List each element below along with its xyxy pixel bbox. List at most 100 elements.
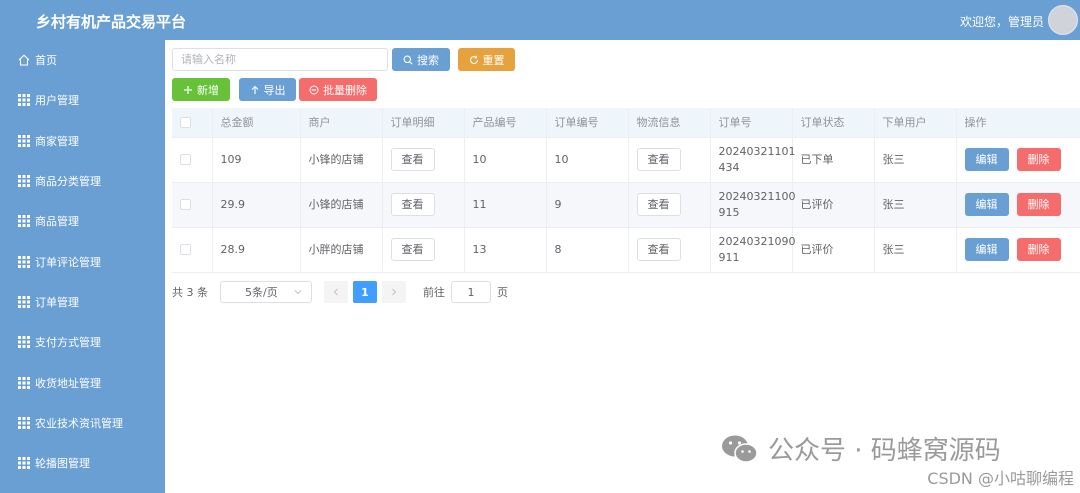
wechat-logo-icon	[722, 435, 758, 463]
view-logistics-button[interactable]: 查看	[636, 193, 681, 216]
grid-icon	[18, 215, 30, 227]
row-checkbox[interactable]	[180, 199, 191, 210]
search-button-label: 搜索	[417, 53, 439, 67]
next-page-button[interactable]	[382, 281, 406, 303]
merchant-cell: 小锋的店铺	[300, 182, 383, 228]
select-all-cell[interactable]	[172, 108, 213, 138]
sidebar-item-products[interactable]: 商品管理	[0, 201, 165, 241]
sidebar-item-label: 用户管理	[35, 94, 79, 108]
sidebar-item-agri-news[interactable]: 农业技术资讯管理	[0, 403, 165, 443]
delete-button[interactable]: 删除	[1016, 193, 1061, 216]
row-checkbox[interactable]	[180, 154, 191, 165]
product-no-cell: 13	[464, 227, 547, 273]
sidebar-item-users[interactable]: 用户管理	[0, 80, 165, 120]
column-header: 物流信息	[628, 108, 711, 138]
watermark: 公众号 · 码蜂窝源码	[720, 430, 1001, 467]
sidebar-item-carousel[interactable]: 轮播图管理	[0, 443, 165, 483]
select-all-checkbox[interactable]	[180, 117, 191, 129]
grid-icon	[18, 256, 30, 268]
table-row: 29.9 小锋的店铺 查看 11 9 查看 20240321100 915 已评价…	[172, 182, 1080, 228]
sidebar-item-addresses[interactable]: 收货地址管理	[0, 362, 165, 402]
sidebar-item-orders[interactable]: 订单管理	[0, 282, 165, 322]
view-logistics-button[interactable]: 查看	[636, 238, 681, 261]
plus-icon	[184, 85, 192, 94]
sidebar-item-home[interactable]: 首页	[0, 40, 165, 80]
user-cell: 张三	[874, 182, 957, 228]
status-cell: 已评价	[792, 227, 875, 273]
prev-page-button[interactable]	[324, 281, 348, 303]
column-header: 订单编号	[546, 108, 629, 138]
pagination: 共 3 条 5条/页 1 前往 页	[172, 281, 508, 303]
order-id-cell: 8	[546, 227, 629, 273]
row-checkbox[interactable]	[180, 244, 191, 255]
edit-button[interactable]: 编辑	[964, 148, 1009, 171]
logistics-cell: 查看	[628, 137, 711, 183]
page-size-select[interactable]: 5条/页	[220, 281, 312, 303]
sidebar-item-label: 商品管理	[35, 215, 79, 229]
view-order-detail-button[interactable]: 查看	[390, 238, 435, 261]
user-cell: 张三	[874, 227, 957, 273]
delete-button[interactable]: 删除	[1016, 238, 1061, 261]
view-order-detail-button[interactable]: 查看	[390, 148, 435, 171]
add-button[interactable]: 新增	[172, 78, 230, 101]
page-number-current[interactable]: 1	[353, 281, 377, 303]
sidebar-item-label: 订单评论管理	[35, 255, 101, 269]
product-no-cell: 10	[464, 137, 547, 183]
minus-circle-icon	[309, 85, 319, 94]
column-header: 订单号	[710, 108, 793, 138]
arrow-up-icon	[251, 85, 258, 94]
chevron-right-icon	[392, 288, 397, 296]
status-cell: 已评价	[792, 182, 875, 228]
row-select-cell[interactable]	[172, 227, 213, 273]
edit-button[interactable]: 编辑	[964, 193, 1009, 216]
column-header: 下单用户	[874, 108, 957, 138]
column-header: 操作	[956, 108, 1080, 138]
export-button[interactable]: 导出	[239, 78, 296, 101]
edit-button[interactable]: 编辑	[964, 238, 1009, 261]
chevron-left-icon	[333, 288, 338, 296]
view-logistics-button[interactable]: 查看	[636, 148, 681, 171]
sidebar-item-label: 农业技术资讯管理	[35, 416, 123, 430]
sidebar-item-order-comments[interactable]: 订单评论管理	[0, 241, 165, 281]
avatar[interactable]	[1048, 5, 1078, 35]
view-order-detail-button[interactable]: 查看	[390, 193, 435, 216]
logistics-cell: 查看	[628, 182, 711, 228]
top-header: 乡村有机产品交易平台 欢迎您，管理员	[0, 0, 1080, 40]
merchant-cell: 小胖的店铺	[300, 227, 383, 273]
welcome-text[interactable]: 欢迎您，管理员	[960, 13, 1044, 30]
search-button[interactable]: 搜索	[392, 48, 450, 71]
sidebar: 首页 用户管理 商家管理 商品分类管理 商品管理 订单评论管理 订单管理 支付方…	[0, 40, 165, 493]
order-detail-cell: 查看	[382, 182, 465, 228]
amount-cell: 29.9	[212, 182, 301, 228]
order-id-cell: 10	[546, 137, 629, 183]
sidebar-item-categories[interactable]: 商品分类管理	[0, 161, 165, 201]
column-header: 订单状态	[792, 108, 875, 138]
sidebar-item-label: 轮播图管理	[35, 457, 90, 471]
column-header: 订单明细	[382, 108, 465, 138]
sidebar-item-label: 商品分类管理	[35, 175, 101, 189]
export-button-label: 导出	[263, 83, 286, 97]
order-no-line-2: 911	[718, 250, 740, 264]
sidebar-item-label: 商家管理	[35, 134, 79, 148]
chevron-down-icon	[294, 290, 302, 295]
search-input[interactable]	[172, 48, 388, 71]
sidebar-item-merchants[interactable]: 商家管理	[0, 121, 165, 161]
delete-button[interactable]: 删除	[1016, 148, 1061, 171]
table-header-row: 总金额 商户 订单明细 产品编号 订单编号 物流信息 订单号 订单状态 下单用户…	[172, 108, 1080, 138]
reset-button-label: 重置	[482, 53, 505, 67]
amount-cell: 109	[212, 137, 301, 183]
goto-page-input[interactable]	[451, 281, 491, 303]
page-suffix: 页	[497, 286, 508, 299]
actions-cell: 编辑 删除	[956, 227, 1080, 273]
batch-delete-button[interactable]: 批量删除	[299, 78, 377, 101]
csdn-watermark: CSDN @小咕聊编程	[927, 469, 1074, 488]
reset-button[interactable]: 重置	[458, 48, 515, 71]
sidebar-item-label: 订单管理	[35, 295, 79, 309]
grid-icon	[18, 135, 30, 147]
sidebar-item-payment-methods[interactable]: 支付方式管理	[0, 322, 165, 362]
product-no-cell: 11	[464, 182, 547, 228]
row-select-cell[interactable]	[172, 182, 213, 228]
row-select-cell[interactable]	[172, 137, 213, 183]
orders-table: 总金额 商户 订单明细 产品编号 订单编号 物流信息 订单号 订单状态 下单用户…	[172, 108, 1080, 273]
watermark-text: 公众号 · 码蜂窝源码	[768, 436, 1001, 466]
